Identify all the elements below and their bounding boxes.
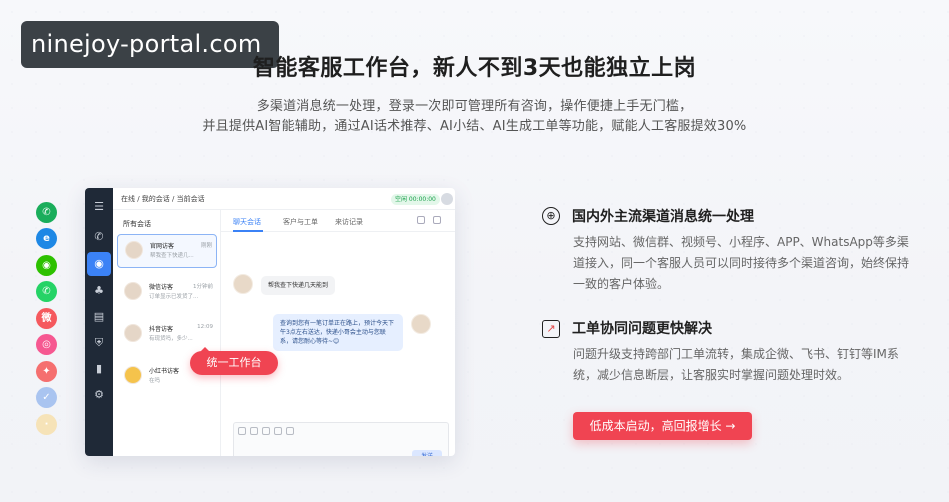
shield-icon[interactable]: ⛨	[90, 334, 108, 352]
file-icon[interactable]	[262, 427, 270, 435]
timestamp: 1分钟前	[193, 284, 213, 290]
customer-message: 帮我查下快递几天能到	[261, 276, 336, 295]
nav-rail: ☰ ✆ ◉ ♣ ▤ ⛨ ▮ ⚙	[85, 188, 113, 456]
list-header: 所有会话	[123, 220, 151, 228]
list-item[interactable]: 官网访客 帮我查下快递几... 刚刚	[117, 234, 217, 268]
feature-title-tickets: 工单协同问题更快解决	[572, 321, 712, 337]
faded-channel-icon: ·	[36, 414, 57, 435]
status-badge[interactable]: 空闲 00:00:00	[391, 194, 440, 205]
avatar	[124, 324, 142, 342]
globe-icon: ⊕	[542, 207, 560, 225]
expand-icon[interactable]	[433, 216, 441, 224]
image-icon[interactable]	[250, 427, 258, 435]
instagram-icon: ◎	[36, 334, 57, 355]
visitor-name: 微信访客	[149, 284, 174, 291]
bird-icon: ✦	[36, 361, 57, 382]
phone-icon[interactable]: ✆	[90, 228, 108, 246]
avatar	[124, 282, 142, 300]
message-preview: 帮我查下快递几...	[150, 253, 194, 259]
avatar[interactable]	[441, 193, 453, 205]
agent-message: 查询到您有一笔订单正在路上，预计今天下午3点左右送达，快递小哥会主动与您联系，请…	[273, 314, 403, 351]
chat-icon[interactable]: ◉	[87, 252, 111, 276]
message-preview: 在吗	[149, 378, 161, 384]
message-preview: 订单显示已发货了...	[149, 294, 199, 300]
avatar	[124, 366, 142, 384]
agent-avatar	[411, 314, 431, 334]
visitor-name: 抖音访客	[149, 326, 174, 333]
feature-desc-tickets: 问题升级支持跨部门工单流转，集成企微、飞书、钉钉等IM系统，减少信息断层，让客服…	[573, 347, 899, 382]
start-low-cost-button[interactable]: 低成本启动，高回报增长 →	[573, 412, 752, 440]
chat-panel: 聊天会话 客户与工单 来访记录 帮我查下快递几天能到 查询到您有一笔订单正在路上…	[221, 210, 455, 456]
tab-chat[interactable]: 聊天会话	[233, 217, 261, 227]
wechat-icon: ◉	[36, 255, 57, 276]
page-subtitle-line-2: 并且提供AI智能辅助，通过AI话术推荐、AI小结、AI生成工单等功能，赋能人工客…	[202, 119, 747, 134]
tab-visit-history[interactable]: 来访记录	[335, 217, 363, 227]
gear-icon[interactable]: ⚙	[90, 386, 108, 404]
message-preview: 有现货吗，多少...	[149, 336, 193, 342]
customer-avatar	[233, 274, 253, 294]
feature-title-channels: 国内外主流渠道消息统一处理	[572, 209, 754, 225]
whatsapp-icon: ✆	[36, 281, 57, 302]
ie-browser-icon: e	[36, 228, 57, 249]
avatar	[125, 241, 143, 259]
conversation-list: 所有会话 官网访客 帮我查下快递几... 刚刚 微信访客 订单显示已发货了...…	[113, 210, 221, 456]
phone-icon: ✆	[36, 202, 57, 223]
tab-customer-tickets[interactable]: 客户与工单	[283, 217, 318, 227]
trend-chart-icon: ↗	[542, 320, 560, 338]
send-button[interactable]: 发送	[412, 450, 442, 456]
feature-desc-channels: 支持网站、微信群、视频号、小程序、APP、WhatsApp等多渠道接入，同一个客…	[573, 235, 910, 291]
check-circle-icon: ✓	[36, 387, 57, 408]
active-tab-indicator	[233, 230, 263, 232]
weibo-icon: 微	[36, 308, 57, 329]
message-composer[interactable]: 发送	[233, 422, 449, 456]
menu-icon[interactable]: ☰	[90, 198, 108, 216]
chat-tabs: 聊天会话 客户与工单 来访记录	[221, 210, 455, 232]
visitor-name: 官网访客	[150, 243, 175, 250]
timestamp: 刚刚	[200, 243, 212, 249]
page-title: 智能客服工作台，新人不到3天也能独立上岗	[252, 56, 697, 81]
bar-chart-icon[interactable]: ▮	[90, 360, 108, 378]
emoji-icon[interactable]	[238, 427, 246, 435]
folder-icon[interactable]	[274, 427, 282, 435]
add-icon[interactable]	[286, 427, 294, 435]
breadcrumb-text: 在线 / 我的会话 / 当前会话	[121, 195, 205, 203]
timestamp: 12:09	[197, 324, 213, 330]
visitor-name: 小红书访客	[149, 368, 180, 375]
page-subtitle-line-1: 多渠道消息统一处理，登录一次即可管理所有咨询，操作便捷上手无门槛，	[256, 99, 693, 114]
agent-workbench-window: ☰ ✆ ◉ ♣ ▤ ⛨ ▮ ⚙ 在线 / 我的会话 / 当前会话 空闲 00:0…	[85, 188, 455, 456]
list-item[interactable]: 微信访客 订单显示已发货了... 1分钟前	[117, 276, 217, 310]
clipboard-icon[interactable]: ▤	[90, 308, 108, 326]
unified-workbench-callout: 统一工作台	[190, 347, 278, 375]
breadcrumb: 在线 / 我的会话 / 当前会话 空闲 00:00:00	[113, 188, 455, 210]
window-icon[interactable]	[417, 216, 425, 224]
users-icon[interactable]: ♣	[90, 282, 108, 300]
